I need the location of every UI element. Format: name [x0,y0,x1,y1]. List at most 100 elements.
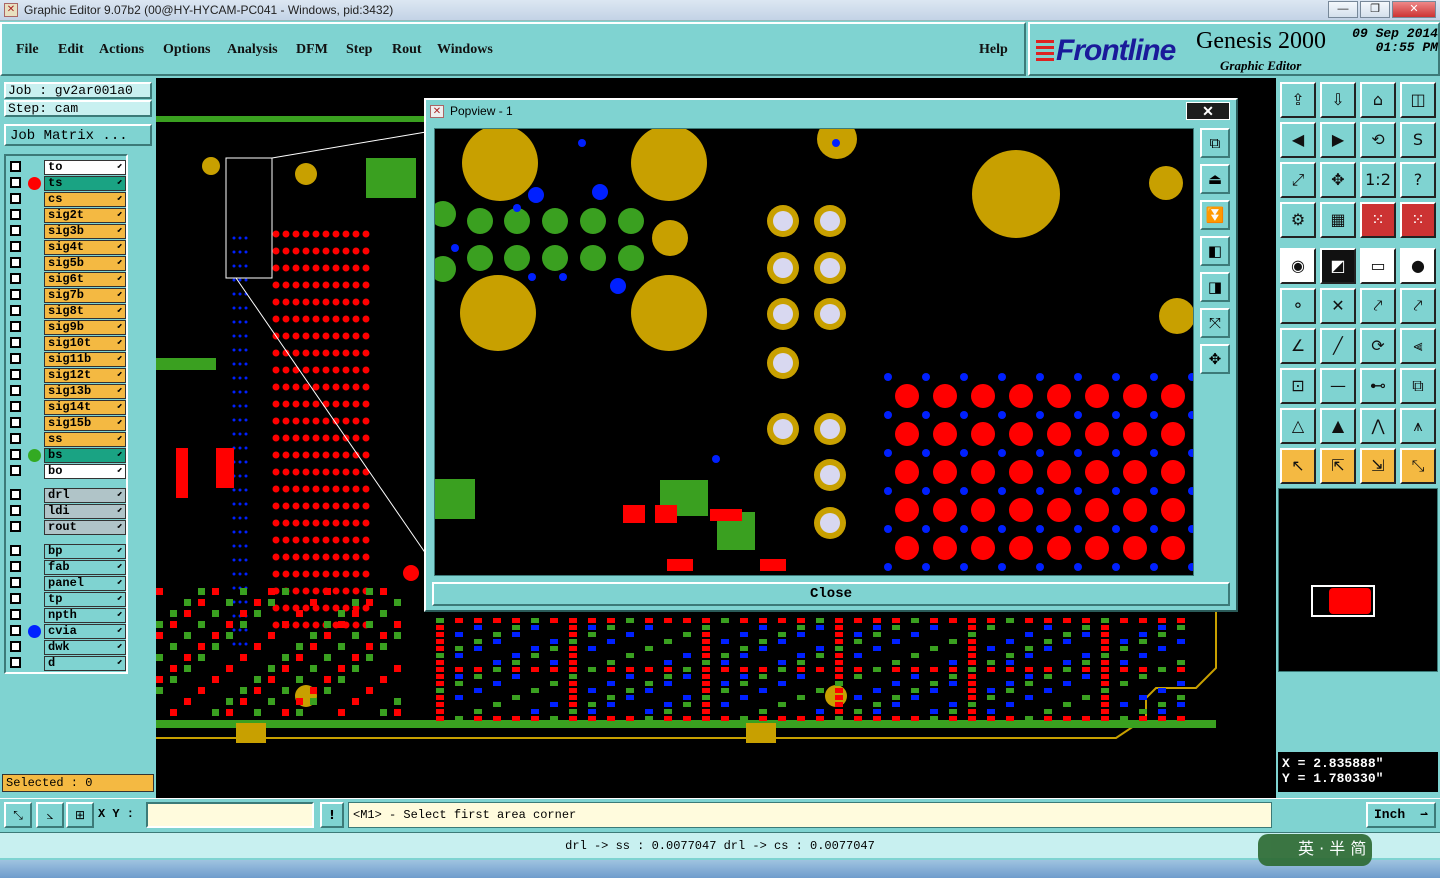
layer-checkbox[interactable] [10,465,21,476]
layer-name[interactable]: bp ⬋ [44,544,126,559]
zoomed-pcb-view[interactable] [435,129,1194,576]
undo-view-icon[interactable]: ⟲ [1360,122,1396,158]
layer-checkbox[interactable] [10,289,21,300]
window-down-icon[interactable]: ⇩ [1320,82,1356,118]
layer-name[interactable]: sig7b ⬋ [44,288,126,303]
layer-checkbox[interactable] [10,489,21,500]
xy-input[interactable] [146,802,314,828]
line-b-icon[interactable]: ⤤ [1400,288,1436,324]
layer-checkbox[interactable] [10,593,21,604]
connect-icon[interactable]: ⚬ [1280,288,1316,324]
layer-checkbox[interactable] [10,337,21,348]
select-box-icon[interactable]: ⊡ [1280,368,1316,404]
layer-checkbox[interactable] [10,305,21,316]
layer-name[interactable]: ldi ⬋ [44,504,126,519]
ime-indicator[interactable]: 英 · 半 简 [1258,834,1372,866]
layer-name[interactable]: npth ⬋ [44,608,126,623]
layer-row[interactable]: tp ⬋ [10,592,126,607]
menu-help[interactable]: Help [979,42,1008,58]
layer-b-icon[interactable]: ⁙ [1400,202,1436,238]
settings-icon[interactable]: ⚙ [1280,202,1316,238]
snap-icon[interactable]: ⤡ [4,802,32,828]
layer-row[interactable]: sig8t ⬋ [10,304,126,319]
layer-name[interactable]: rout ⬋ [44,520,126,535]
pointer-b-icon[interactable]: ⇱ [1320,448,1356,484]
layer-row[interactable]: rout ⬋ [10,520,126,535]
layer-row[interactable]: sig5b ⬋ [10,256,126,271]
layer-row[interactable]: fab ⬋ [10,560,126,575]
layer-name[interactable]: sig8t ⬋ [44,304,126,319]
layer-name[interactable]: d ⬋ [44,656,126,671]
layer-row[interactable]: cvia ⬋ [10,624,126,639]
layer-row[interactable]: drl ⬋ [10,488,126,503]
layer-row[interactable]: sig7b ⬋ [10,288,126,303]
layer-checkbox[interactable] [10,225,21,236]
window-up-icon[interactable]: ⇪ [1280,82,1316,118]
menu-step[interactable]: Step [346,42,372,58]
diag-icon[interactable]: ╱ [1320,328,1356,364]
menu-edit[interactable]: Edit [58,42,84,58]
layer-row[interactable]: sig4t ⬋ [10,240,126,255]
cross-icon[interactable]: ✕ [1320,288,1356,324]
units-select[interactable]: Inch ⇀ [1366,802,1436,828]
triangle-b-icon[interactable]: ▲ [1320,408,1356,444]
scale-icon[interactable]: 1:2 [1360,162,1396,198]
grid-icon[interactable]: ⊞ [66,802,94,828]
layer-checkbox[interactable] [10,273,21,284]
popview-up-icon[interactable]: ⏏ [1200,164,1230,194]
arc-icon[interactable]: ⟳ [1360,328,1396,364]
popview-down-icon[interactable]: ⏬ [1200,200,1230,230]
layer-name[interactable]: sig2t ⬋ [44,208,126,223]
layer-name[interactable]: ss ⬋ [44,432,126,447]
layer-checkbox[interactable] [10,521,21,532]
layer-row[interactable]: d ⬋ [10,656,126,671]
layer-name[interactable]: to ⬋ [44,160,126,175]
menu-windows[interactable]: Windows [437,42,493,58]
layer-name[interactable]: bs ⬋ [44,448,126,463]
panel-icon[interactable]: ◫ [1400,82,1436,118]
menu-actions[interactable]: Actions [99,42,144,58]
ruler-icon[interactable]: ▭ [1360,248,1396,284]
dot-icon[interactable]: ● [1400,248,1436,284]
split-icon[interactable]: ⫷ [1400,328,1436,364]
layer-checkbox[interactable] [10,609,21,620]
layer-checkbox[interactable] [10,257,21,268]
menu-dfm[interactable]: DFM [296,42,328,58]
popview-fit-icon[interactable]: ⤧ [1200,308,1230,338]
maximize-button[interactable]: ❐ [1360,1,1390,18]
layer-checkbox[interactable] [10,161,21,172]
layer-row[interactable]: sig3b ⬋ [10,224,126,239]
popview-close-button[interactable]: Close [432,582,1230,606]
layer-row[interactable]: sig13b ⬋ [10,384,126,399]
layer-checkbox[interactable] [10,369,21,380]
pointer-c-icon[interactable]: ⇲ [1360,448,1396,484]
zoom-fit-icon[interactable]: ⤢ [1280,162,1316,198]
layer-row[interactable]: panel ⬋ [10,576,126,591]
layer-name[interactable]: sig11b ⬋ [44,352,126,367]
measure-icon[interactable]: ⦣ [36,802,64,828]
grid-icon[interactable]: ▦ [1320,202,1356,238]
layer-checkbox[interactable] [10,505,21,516]
alert-icon[interactable]: ! [320,802,344,828]
layer-checkbox[interactable] [10,321,21,332]
layer-checkbox[interactable] [10,449,21,460]
layer-checkbox[interactable] [10,561,21,572]
layer-name[interactable]: sig14t ⬋ [44,400,126,415]
layer-name[interactable]: ts ⬋ [44,176,126,191]
menu-options[interactable]: Options [163,42,210,58]
popview-close-icon[interactable]: ✕ [1186,102,1230,120]
layer-checkbox[interactable] [10,545,21,556]
popview-right-icon[interactable]: ◨ [1200,272,1230,302]
pad-icon[interactable]: ◉ [1280,248,1316,284]
peak-icon[interactable]: ⋀ [1360,408,1396,444]
layer-row[interactable]: bs ⬋ [10,448,126,463]
layer-row[interactable]: cs ⬋ [10,192,126,207]
layer-name[interactable]: sig9b ⬋ [44,320,126,335]
layer-row[interactable]: ts ⬋ [10,176,126,191]
layer-name[interactable]: cs ⬋ [44,192,126,207]
layer-row[interactable]: sig11b ⬋ [10,352,126,367]
layer-checkbox[interactable] [10,417,21,428]
layer-row[interactable]: sig6t ⬋ [10,272,126,287]
peak-b-icon[interactable]: ⩚ [1400,408,1436,444]
pointer-icon[interactable]: ↖ [1280,448,1316,484]
